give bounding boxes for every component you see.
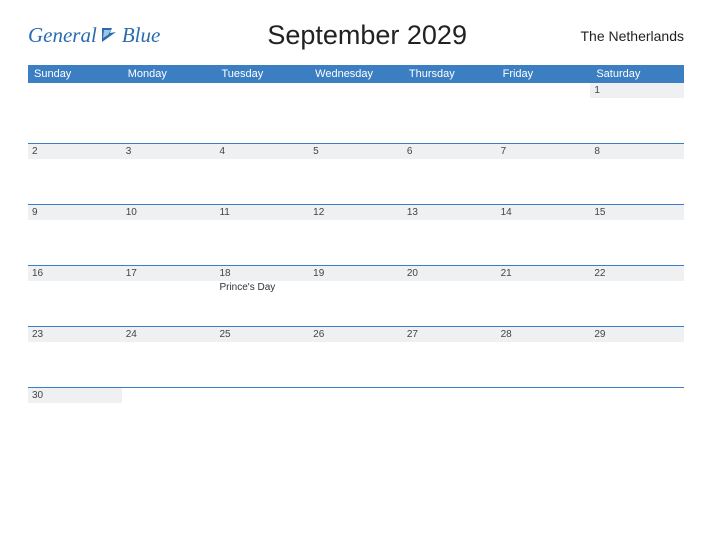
day-number: 3 xyxy=(122,144,216,159)
day-number: 28 xyxy=(497,327,591,342)
dayhead-row: Sunday Monday Tuesday Wednesday Thursday… xyxy=(28,65,684,83)
calendar-week: 23242526272829 xyxy=(28,326,684,387)
logo-text-general: General xyxy=(28,23,97,48)
calendar-day: 10 xyxy=(122,205,216,265)
calendar-day: 7 xyxy=(497,144,591,204)
calendar-day: 28 xyxy=(497,327,591,387)
day-number: 25 xyxy=(215,327,309,342)
day-number: 19 xyxy=(309,266,403,281)
calendar-grid: Sunday Monday Tuesday Wednesday Thursday… xyxy=(28,65,684,448)
calendar-day xyxy=(28,83,122,143)
calendar-day: 15 xyxy=(590,205,684,265)
day-number: 30 xyxy=(28,388,122,403)
calendar-day: 2 xyxy=(28,144,122,204)
calendar-day: 13 xyxy=(403,205,497,265)
calendar-day: 6 xyxy=(403,144,497,204)
day-number: 24 xyxy=(122,327,216,342)
calendar-day xyxy=(309,388,403,448)
calendar-day: 24 xyxy=(122,327,216,387)
calendar-day: 22 xyxy=(590,266,684,326)
day-number: 16 xyxy=(28,266,122,281)
dayhead-thursday: Thursday xyxy=(403,65,497,83)
calendar-day xyxy=(590,388,684,448)
day-number: 6 xyxy=(403,144,497,159)
logo-flag-icon xyxy=(102,28,120,47)
calendar-day xyxy=(215,83,309,143)
day-number: 12 xyxy=(309,205,403,220)
calendar-day: 27 xyxy=(403,327,497,387)
day-number: 17 xyxy=(122,266,216,281)
day-number: 11 xyxy=(215,205,309,220)
day-number: 23 xyxy=(28,327,122,342)
calendar-day: 1 xyxy=(590,83,684,143)
calendar-day: 18Prince's Day xyxy=(215,266,309,326)
calendar-week: 2345678 xyxy=(28,143,684,204)
day-number: 5 xyxy=(309,144,403,159)
calendar-day: 11 xyxy=(215,205,309,265)
day-number: 27 xyxy=(403,327,497,342)
calendar-day: 29 xyxy=(590,327,684,387)
calendar-week: 1 xyxy=(28,83,684,143)
calendar-day xyxy=(309,83,403,143)
calendar-day: 8 xyxy=(590,144,684,204)
calendar-week: 30 xyxy=(28,387,684,448)
logo-text-blue: Blue xyxy=(122,23,160,48)
day-number: 9 xyxy=(28,205,122,220)
calendar-day: 17 xyxy=(122,266,216,326)
calendar-day xyxy=(122,388,216,448)
day-number: 13 xyxy=(403,205,497,220)
calendar-day: 20 xyxy=(403,266,497,326)
calendar-day xyxy=(497,83,591,143)
day-event: Prince's Day xyxy=(215,281,309,294)
dayhead-saturday: Saturday xyxy=(590,65,684,83)
day-number: 15 xyxy=(590,205,684,220)
day-number: 4 xyxy=(215,144,309,159)
logo: General Blue xyxy=(28,23,160,48)
day-number: 18 xyxy=(215,266,309,281)
calendar-day: 9 xyxy=(28,205,122,265)
calendar-day xyxy=(122,83,216,143)
calendar-day: 19 xyxy=(309,266,403,326)
calendar-day xyxy=(403,388,497,448)
day-number: 14 xyxy=(497,205,591,220)
calendar-day: 4 xyxy=(215,144,309,204)
day-number: 10 xyxy=(122,205,216,220)
day-number: 29 xyxy=(590,327,684,342)
calendar-day: 12 xyxy=(309,205,403,265)
day-number: 8 xyxy=(590,144,684,159)
calendar-day: 23 xyxy=(28,327,122,387)
dayhead-wednesday: Wednesday xyxy=(309,65,403,83)
day-number: 21 xyxy=(497,266,591,281)
calendar-day: 14 xyxy=(497,205,591,265)
day-number: 7 xyxy=(497,144,591,159)
day-number: 2 xyxy=(28,144,122,159)
dayhead-tuesday: Tuesday xyxy=(215,65,309,83)
calendar-region: The Netherlands xyxy=(574,28,684,44)
day-number: 22 xyxy=(590,266,684,281)
calendar-day: 25 xyxy=(215,327,309,387)
calendar-header: General Blue September 2029 The Netherla… xyxy=(28,20,684,51)
calendar-week: 9101112131415 xyxy=(28,204,684,265)
dayhead-sunday: Sunday xyxy=(28,65,122,83)
day-number: 20 xyxy=(403,266,497,281)
calendar-day: 16 xyxy=(28,266,122,326)
dayhead-friday: Friday xyxy=(497,65,591,83)
calendar-week: 161718Prince's Day19202122 xyxy=(28,265,684,326)
dayhead-monday: Monday xyxy=(122,65,216,83)
calendar-day: 21 xyxy=(497,266,591,326)
calendar-day: 3 xyxy=(122,144,216,204)
calendar-day: 30 xyxy=(28,388,122,448)
calendar-day: 26 xyxy=(309,327,403,387)
calendar-day xyxy=(497,388,591,448)
calendar-day xyxy=(215,388,309,448)
calendar-title: September 2029 xyxy=(160,20,574,51)
calendar-day xyxy=(403,83,497,143)
day-number: 1 xyxy=(590,83,684,98)
calendar-day: 5 xyxy=(309,144,403,204)
day-number: 26 xyxy=(309,327,403,342)
